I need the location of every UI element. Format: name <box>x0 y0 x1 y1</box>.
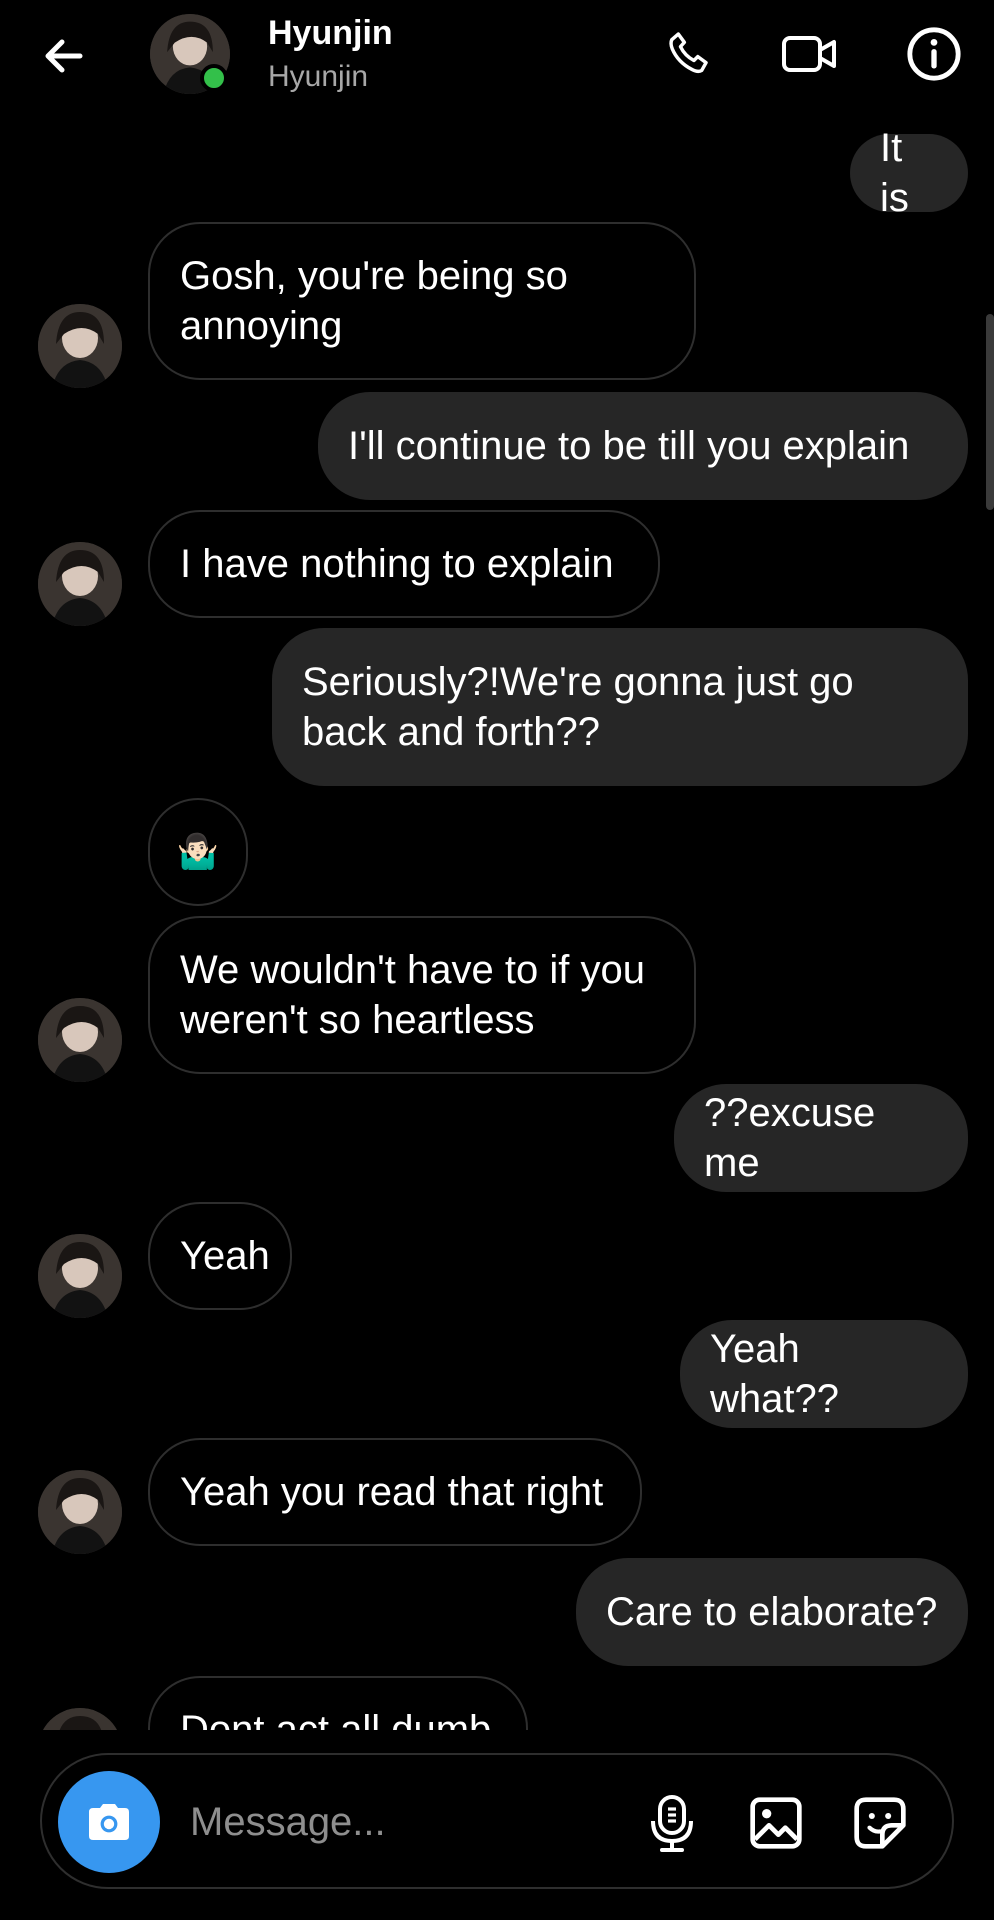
message-bubble-outgoing[interactable]: It is <box>850 126 968 220</box>
arrow-left-icon <box>45 39 83 73</box>
chat-header: Hyunjin Hyunjin <box>0 0 994 120</box>
message-bubble-incoming[interactable]: Yeah you read that right <box>148 1438 642 1546</box>
message-bubble-outgoing[interactable]: I'll continue to be till you explain <box>318 392 968 500</box>
message-bubble-outgoing[interactable]: ??excuse me <box>674 1084 968 1192</box>
message-text: Gosh, you're being so annoying <box>180 254 568 348</box>
avatar[interactable] <box>38 998 122 1082</box>
camera-button[interactable] <box>58 1771 160 1873</box>
video-call-button[interactable] <box>780 24 840 84</box>
info-circle-icon <box>907 27 961 81</box>
gallery-button[interactable] <box>738 1785 814 1861</box>
message-text: ??excuse me <box>704 1091 876 1185</box>
message-bubble-incoming[interactable]: Yeah <box>148 1202 292 1310</box>
message-bubble-outgoing[interactable]: Care to elaborate? <box>576 1558 968 1666</box>
message-text: Yeah you read that right <box>180 1470 604 1514</box>
avatar[interactable] <box>38 304 122 388</box>
voice-message-button[interactable] <box>634 1785 710 1861</box>
phone-icon <box>669 32 708 74</box>
message-text: We wouldn't have to if you weren't so he… <box>180 948 645 1042</box>
message-bubble-outgoing[interactable]: Seriously?!We're gonna just go back and … <box>272 628 968 786</box>
message-text: Yeah what?? <box>710 1327 839 1421</box>
image-icon <box>750 1797 802 1849</box>
message-text: Dont act all dumb <box>180 1708 492 1730</box>
message-input[interactable] <box>188 1793 612 1851</box>
audio-call-button[interactable] <box>660 24 720 84</box>
conversation-info-button[interactable] <box>904 24 964 84</box>
sticker-button[interactable] <box>842 1785 918 1861</box>
message-bubble-incoming[interactable]: I have nothing to explain <box>148 510 660 618</box>
message-bubble-incoming[interactable]: We wouldn't have to if you weren't so he… <box>148 916 696 1074</box>
message-bubble-outgoing[interactable]: Yeah what?? <box>680 1320 968 1428</box>
avatar[interactable] <box>38 1470 122 1554</box>
avatar[interactable] <box>38 542 122 626</box>
online-status-indicator <box>200 64 228 92</box>
camera-icon <box>89 1804 129 1840</box>
message-text: It is <box>880 126 909 220</box>
avatar[interactable] <box>38 1234 122 1318</box>
message-bubble-incoming[interactable]: Gosh, you're being so annoying <box>148 222 696 380</box>
scrollbar-thumb[interactable] <box>986 314 994 510</box>
message-text: I'll continue to be till you explain <box>348 424 910 468</box>
contact-username[interactable]: Hyunjin <box>268 60 368 94</box>
back-button[interactable] <box>36 28 92 84</box>
message-text: I have nothing to explain <box>180 542 614 586</box>
message-bubble-incoming[interactable]: Dont act all dumb <box>148 1676 528 1730</box>
sticker-icon <box>854 1797 906 1849</box>
message-text: Yeah <box>180 1234 270 1278</box>
contact-name[interactable]: Hyunjin <box>268 14 393 53</box>
message-bubble-incoming[interactable]: 🤷🏻‍♂️ <box>148 798 248 906</box>
message-composer <box>40 1753 954 1889</box>
message-text: Seriously?!We're gonna just go back and … <box>302 660 854 754</box>
emoji-message: 🤷🏻‍♂️ <box>176 833 220 871</box>
chat-thread[interactable]: It is Gosh, you're being so annoying I'l… <box>0 0 994 1730</box>
microphone-icon <box>651 1795 693 1852</box>
avatar[interactable] <box>38 1708 122 1730</box>
video-camera-icon <box>782 36 836 72</box>
message-text: Care to elaborate? <box>606 1590 938 1634</box>
